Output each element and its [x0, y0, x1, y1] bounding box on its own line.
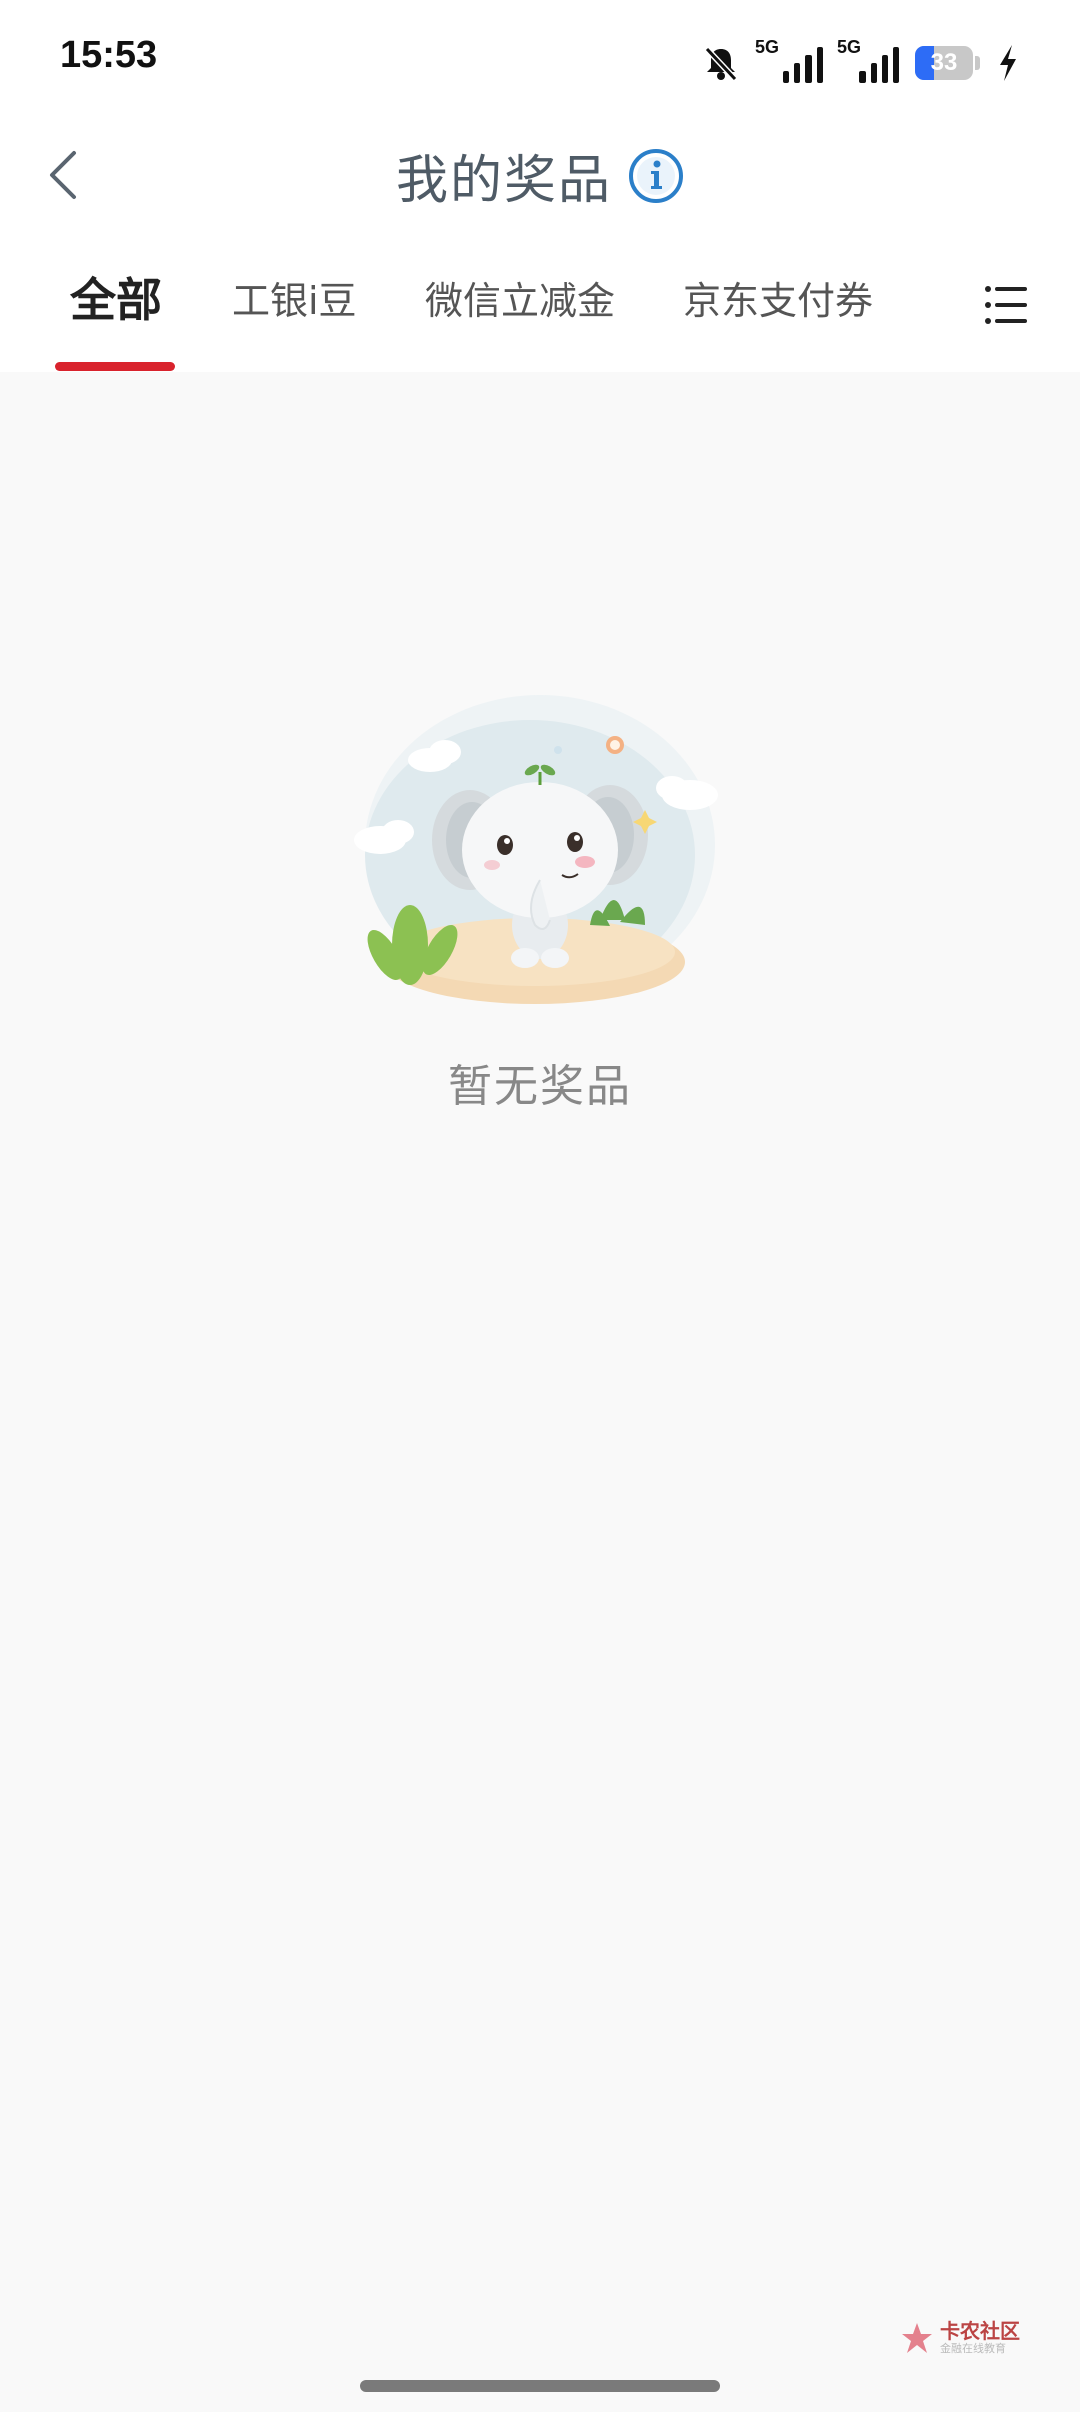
status-icons: 5G 5G 33	[701, 37, 1020, 88]
tab-icbc-ibean[interactable]: 工银i豆	[232, 270, 357, 325]
page-title: 我的奖品	[395, 151, 612, 211]
tab-jd-pay-coupon[interactable]: 京东支付券	[683, 270, 873, 325]
info-icon[interactable]	[628, 148, 684, 204]
charging-bolt-icon	[1000, 45, 1016, 81]
battery-icon: 33	[915, 46, 973, 80]
header-title-group: 我的奖品	[0, 138, 1080, 213]
status-time: 15:53	[60, 34, 158, 76]
battery-nub	[975, 56, 980, 70]
battery-percent: 33	[930, 49, 958, 76]
cellular-signal-1-icon: 5G	[755, 37, 823, 83]
home-indicator[interactable]	[360, 2380, 720, 2392]
empty-state-message: 暂无奖品	[448, 1061, 632, 1112]
watermark-sub-text: 金融在线教育	[940, 2342, 1006, 2355]
signal-2-label: 5G	[837, 37, 862, 57]
prize-category-tabs: 全部 工银i豆 微信立减金 京东支付券	[0, 270, 1080, 370]
active-tab-indicator	[55, 362, 175, 371]
tab-all[interactable]: 全部	[70, 264, 162, 330]
kanong-logo-icon	[902, 2323, 932, 2353]
watermark: 卡农社区 金融在线教育	[900, 2320, 1020, 2356]
tab-wechat-discount[interactable]: 微信立减金	[425, 270, 615, 325]
cellular-signal-2-icon: 5G	[837, 37, 900, 83]
bell-muted-icon	[704, 46, 738, 82]
signal-1-label: 5G	[755, 37, 780, 57]
elephant-mascot-illustration	[354, 695, 718, 1004]
list-menu-icon[interactable]	[985, 285, 1029, 325]
watermark-main-text: 卡农社区	[940, 2319, 1020, 2343]
